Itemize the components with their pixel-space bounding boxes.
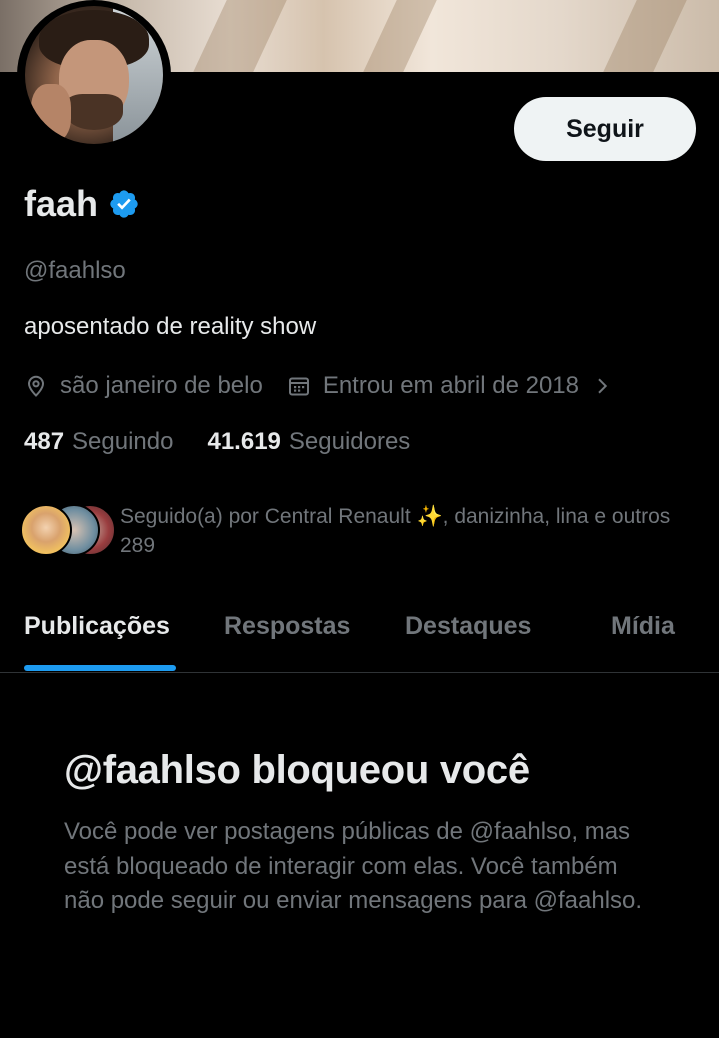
profile-joined-date: Entrou em abril de 2018 <box>322 372 579 399</box>
blocked-title: @faahlso bloqueou você <box>64 748 530 792</box>
banner-detail <box>363 0 437 72</box>
avatar <box>20 504 72 556</box>
tab-publicacoes[interactable]: Publicações <box>24 612 170 641</box>
follow-stats: 487 Seguindo 41.619 Seguidores <box>24 428 410 456</box>
tab-destaques[interactable]: Destaques <box>405 612 531 641</box>
avatar-ring <box>17 0 171 150</box>
profile-handle: @faahlso <box>24 257 126 284</box>
following-label: Seguindo <box>72 428 174 455</box>
follow-button[interactable]: Seguir <box>514 97 696 161</box>
avatar-hand <box>31 84 71 142</box>
name-row: faah <box>24 183 140 225</box>
profile-location: são janeiro de belo <box>60 372 263 399</box>
calendar-icon <box>288 377 309 396</box>
chevron-right-icon[interactable] <box>593 377 611 395</box>
profile-meta: são janeiro de belo Entrou em abril de 2… <box>24 370 611 402</box>
followed-by-avatars <box>18 504 116 556</box>
avatar[interactable] <box>25 6 163 144</box>
following-count: 487 <box>24 428 65 455</box>
followers-count: 41.619 <box>207 428 281 455</box>
followers-label: Seguidores <box>288 428 411 455</box>
profile-bio: aposentado de reality show <box>24 313 317 340</box>
followed-by-text: Seguido(a) por Central Renault ✨, danizi… <box>120 505 671 557</box>
blocked-description: Você pode ver postagens públicas de @faa… <box>64 818 643 914</box>
display-name: faah <box>24 183 99 224</box>
followed-by-row[interactable]: Seguido(a) por Central Renault ✨, danizi… <box>18 502 698 560</box>
tab-respostas[interactable]: Respostas <box>224 612 350 641</box>
following-link[interactable]: 487 Seguindo <box>24 428 173 456</box>
verified-badge-icon[interactable] <box>108 188 140 220</box>
location-pin-icon <box>27 375 45 397</box>
active-tab-indicator <box>24 665 176 671</box>
profile-tabs: Publicações Respostas Destaques Mídia <box>0 590 719 673</box>
followers-link[interactable]: 41.619 Seguidores <box>207 428 410 456</box>
avatar-beard <box>65 94 123 130</box>
banner-detail <box>193 0 287 72</box>
tab-midia[interactable]: Mídia <box>611 612 675 641</box>
banner-detail <box>603 0 687 72</box>
